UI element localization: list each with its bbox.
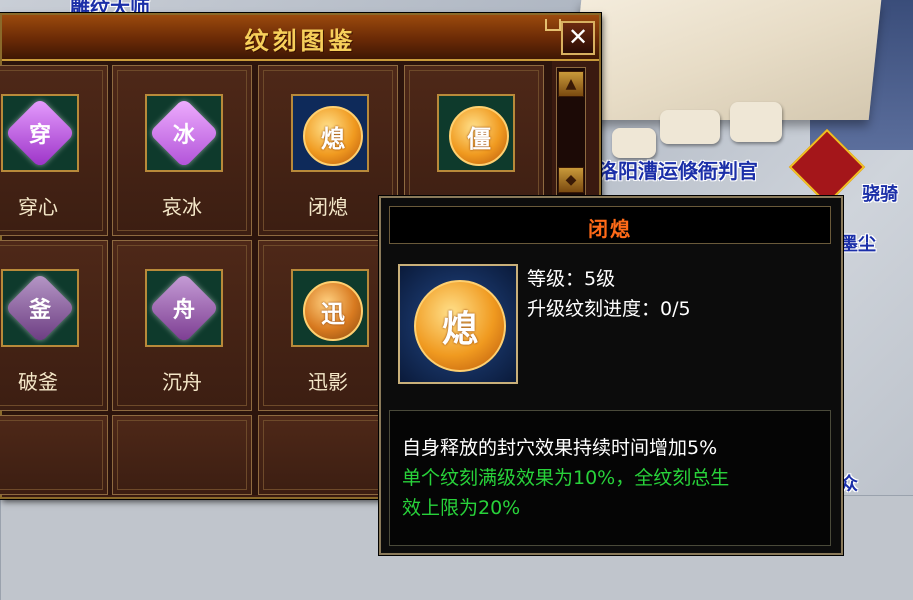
cargo-sack [660,110,720,144]
item-icon-frame: 迅 [291,269,369,347]
tooltip-title: 闭熄 [588,217,632,241]
tooltip-header: 闭熄 [389,206,831,244]
codex-item[interactable]: 穿 穿心 [0,65,108,236]
scroll-up-button[interactable]: ▲ [558,71,584,97]
codex-item[interactable]: 釜 破釜 [0,240,108,411]
npc-name-fragment[interactable]: 墨尘 [840,230,876,256]
pin-icon[interactable] [545,19,561,31]
effect-text: 自身释放的封穴效果持续时间增加5% [402,437,718,459]
item-icon-frame: 釜 [1,269,79,347]
npc-name-right[interactable]: 洛阳漕运倏衙判官 [598,155,758,184]
engraving-gem-icon: 舟 [148,272,220,344]
engraving-coin-icon: 熄 [303,106,363,166]
engraving-gem-icon: 穿 [4,97,76,169]
close-button[interactable]: ✕ [561,21,595,55]
market-tarp [568,0,882,120]
item-icon-frame: 僵 [437,94,515,172]
codex-item[interactable]: 冰 哀冰 [112,65,252,236]
item-label: 迅影 [308,370,348,394]
upgrade-progress: 升级纹刻进度：0/5 [527,298,691,320]
note-text-line: 单个纹刻满级效果为10%，全纹刻总生 [402,467,730,489]
engraving-gem-icon: 冰 [148,97,220,169]
item-icon-frame: 穿 [1,94,79,172]
engraving-coin-icon: 迅 [303,281,363,341]
engraving-coin-icon: 熄 [414,280,506,372]
codex-item[interactable] [112,415,252,495]
npc-name-fragment[interactable]: 骁骑 [862,180,898,206]
cargo-sack [612,128,656,158]
codex-item[interactable] [258,415,398,495]
item-label: 哀冰 [162,195,202,219]
codex-item[interactable] [0,415,108,495]
item-label: 沉舟 [162,370,202,394]
item-icon-frame: 熄 [291,94,369,172]
note-text-line: 效上限为20% [402,497,521,519]
item-icon-frame: 冰 [145,94,223,172]
item-label: 闭熄 [308,195,348,219]
scroll-down-button[interactable]: ◆ [558,167,584,193]
item-icon-frame: 舟 [145,269,223,347]
codex-item[interactable]: 舟 沉舟 [112,240,252,411]
window-title-bar[interactable]: 纹刻图鉴 [2,15,599,61]
engraving-coin-icon: 僵 [449,106,509,166]
item-label: 破釜 [18,370,58,394]
item-label: 穿心 [18,195,58,219]
engraving-level: 等级：5级 [527,268,616,290]
codex-item[interactable]: 迅 迅影 [258,240,398,411]
engraving-gem-icon: 釜 [4,272,76,344]
cargo-sack [730,102,782,142]
tooltip-description: 自身释放的封穴效果持续时间增加5% 单个纹刻满级效果为10%，全纹刻总生 效上限… [389,410,831,546]
window-title: 纹刻图鉴 [244,27,357,55]
tooltip-icon-frame: 熄 [398,264,518,384]
engraving-tooltip: 闭熄 熄 等级：5级 升级纹刻进度：0/5 自身释放的封穴效果持续时间增加5% … [379,196,843,555]
codex-item[interactable]: 熄 闭熄 [258,65,398,236]
